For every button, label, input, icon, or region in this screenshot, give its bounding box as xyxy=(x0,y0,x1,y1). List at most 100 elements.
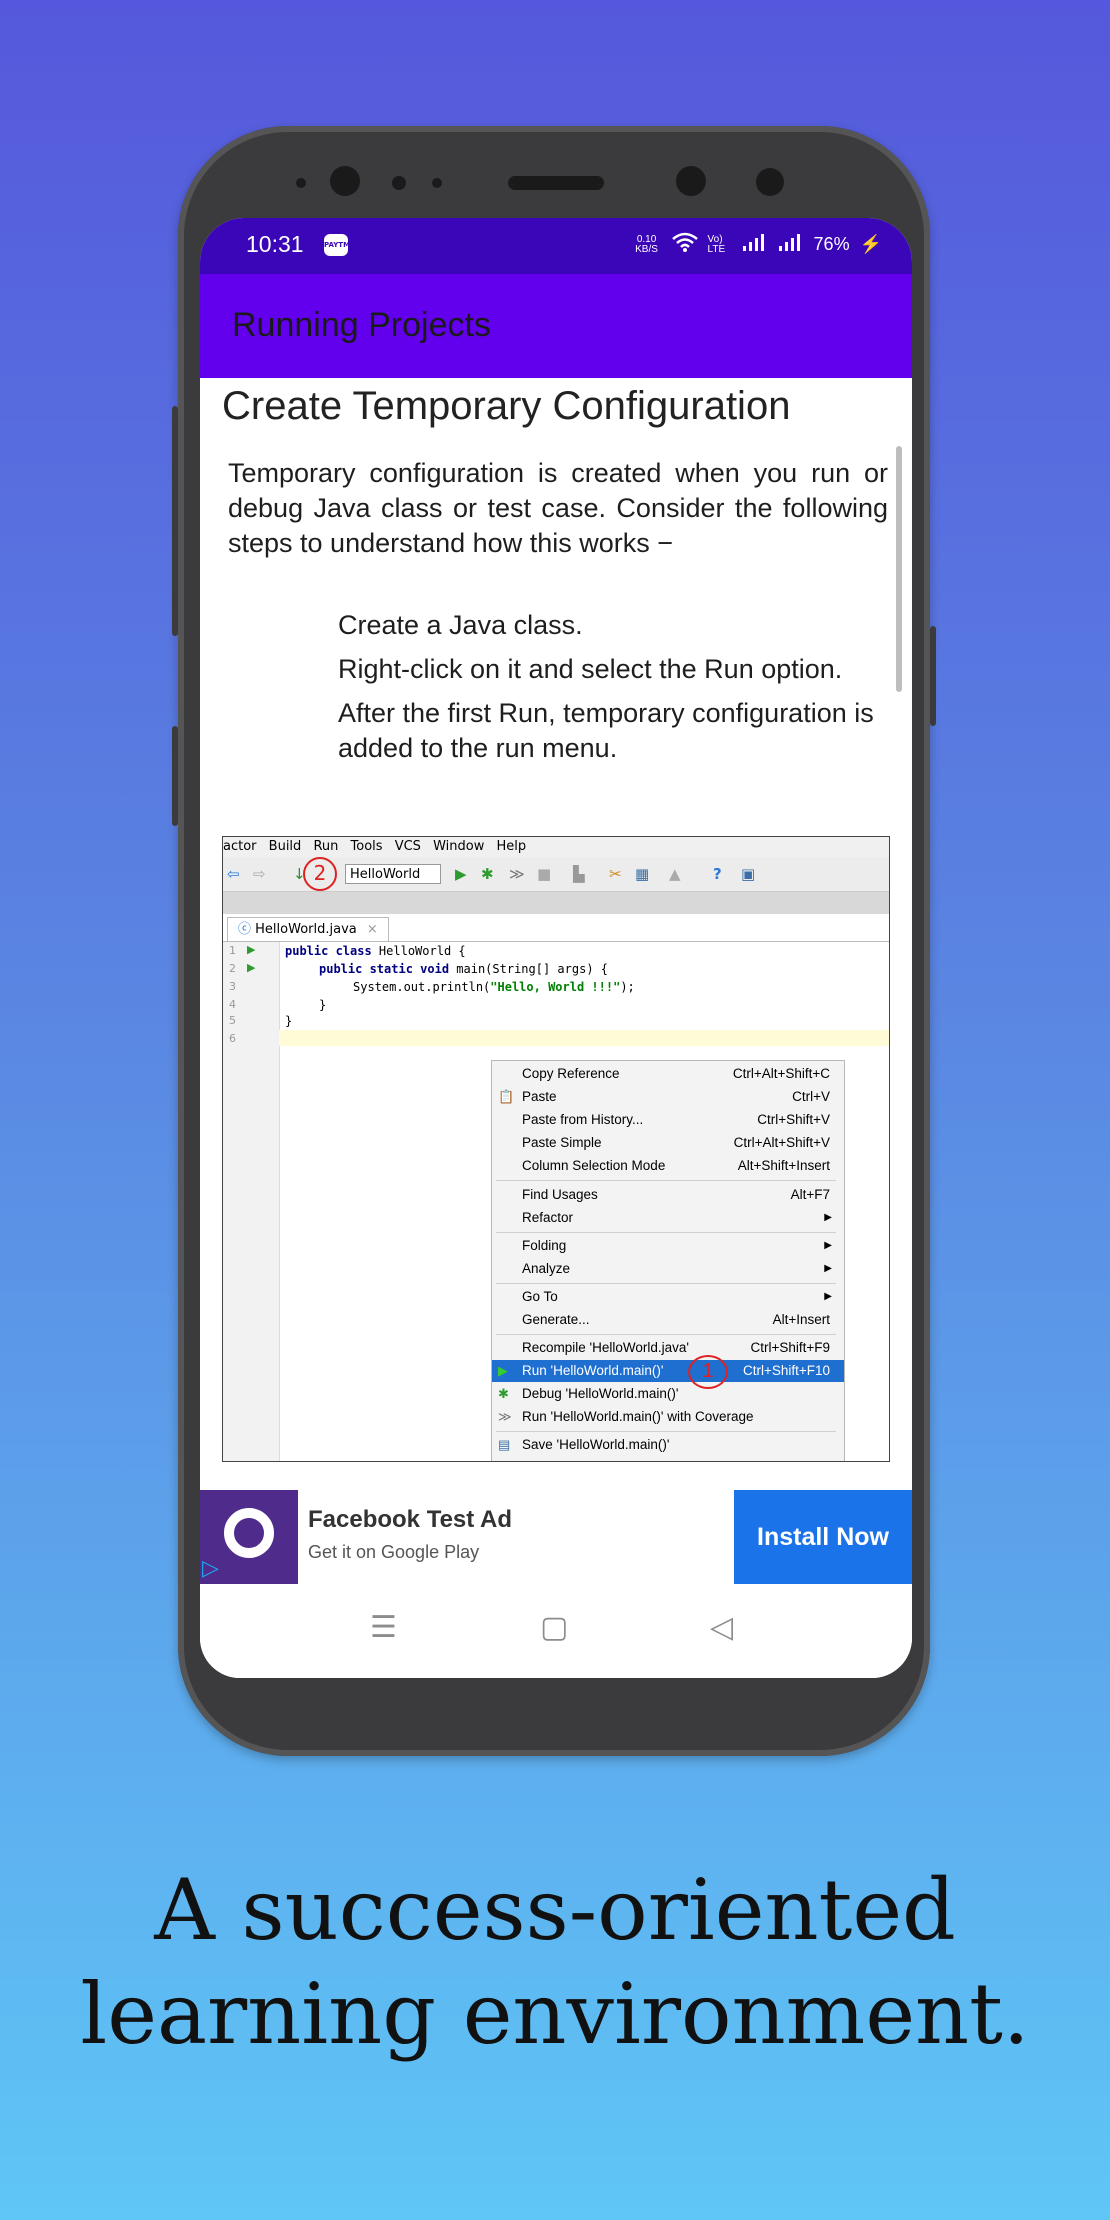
ide-menu-item: actor xyxy=(223,839,257,854)
line-number: 6 xyxy=(229,1032,236,1045)
article-heading: Create Temporary Configuration xyxy=(222,384,791,428)
charging-icon: ⚡ xyxy=(859,234,882,254)
code-line: System.out.println("Hello, World !!!"); xyxy=(353,980,635,994)
context-menu-item: Folding ▶ xyxy=(492,1235,844,1257)
ide-menu-item: Build xyxy=(268,839,302,854)
menu-divider xyxy=(496,1232,836,1233)
caret-line-highlight xyxy=(279,1030,889,1046)
code-text: ); xyxy=(620,980,635,994)
home-square-icon[interactable]: ▢ xyxy=(540,1610,568,1645)
wifi-icon xyxy=(671,232,698,257)
status-bar: 10:31 PAYTM 0.10 KB/S Vo) LTE 76% ⚡ xyxy=(200,218,912,274)
ad-subtitle: Get it on Google Play xyxy=(308,1542,480,1562)
context-menu-item: ▤ Save 'HelloWorld.main()' xyxy=(492,1434,844,1456)
line-number: 5 xyxy=(229,1014,236,1027)
list-item: After the first Run, temporary configura… xyxy=(338,698,874,763)
list-item: Create a Java class. xyxy=(338,610,583,640)
code-line: public class HelloWorld { xyxy=(285,944,466,958)
code-keyword: public class xyxy=(285,944,372,958)
sensor-dot xyxy=(432,178,442,188)
ide-gutter: 1 2 3 4 5 6 ▶ ▶ xyxy=(223,942,280,1461)
ide-menu-item: Tools xyxy=(350,839,383,854)
ide-menu-item: VCS xyxy=(394,839,421,854)
tagline-line-1: A success-oriented xyxy=(154,1861,956,1959)
project-structure-icon: ▦ xyxy=(635,865,650,883)
status-icons: 0.10 KB/S Vo) LTE 76% ⚡ xyxy=(632,232,882,257)
sensor-dot xyxy=(296,178,306,188)
context-menu-item: Copy Reference Ctrl+Alt+Shift+C xyxy=(522,1066,830,1081)
submenu-arrow-icon: ▶ xyxy=(824,1263,832,1274)
code-line: } xyxy=(319,998,327,1012)
context-menu-item: Column Selection Mode Alt+Shift+Insert xyxy=(522,1158,830,1173)
phone-side-button xyxy=(930,626,936,726)
run-gutter-icon: ▶ xyxy=(247,961,256,974)
promo-tagline: A success-oriented learning environment. xyxy=(0,1858,1110,2066)
menu-divider xyxy=(496,1334,836,1335)
front-camera-icon xyxy=(330,166,360,196)
ide-menu-item: Help xyxy=(496,839,527,854)
ide-menu-item: Window xyxy=(433,839,485,854)
battery-level: 76% xyxy=(813,234,850,254)
install-now-button[interactable]: Install Now xyxy=(734,1490,912,1584)
adchoices-icon[interactable]: ▷ xyxy=(202,1556,230,1582)
signal-icon xyxy=(778,232,804,257)
phone-frame: 10:31 PAYTM 0.10 KB/S Vo) LTE 76% ⚡ Runn… xyxy=(172,126,936,1756)
ad-banner[interactable]: ▷ Facebook Test Ad Get it on Google Play… xyxy=(200,1490,912,1584)
code-keyword: public static void xyxy=(319,962,450,976)
signal-icon xyxy=(742,232,768,257)
java-class-icon: ⓒ xyxy=(238,922,252,937)
front-camera-icon xyxy=(756,168,784,196)
context-menu-item: ✱ Debug 'HelloWorld.main()' xyxy=(492,1383,844,1405)
system-nav-bar: ☰ ▢ ◁ xyxy=(200,1584,912,1678)
context-menu-item: Analyze ▶ xyxy=(492,1258,844,1280)
steps-list: Create a Java class. Right-click on it a… xyxy=(338,608,898,775)
recents-menu-icon[interactable]: ☰ xyxy=(370,1610,397,1645)
save-icon: ▤ xyxy=(498,1437,511,1452)
step-marker-2: 2 xyxy=(303,857,337,891)
article-content[interactable]: Create Temporary Configuration Temporary… xyxy=(200,378,912,1490)
submenu-arrow-icon: ▶ xyxy=(824,1291,832,1302)
context-menu-item: ≫ Run 'HelloWorld.main()' with Coverage xyxy=(492,1406,844,1428)
server-icon: ▣ xyxy=(741,865,756,883)
context-menu-item: Paste Simple Ctrl+Alt+Shift+V xyxy=(522,1135,830,1150)
submenu-arrow-icon: ▶ xyxy=(824,1240,832,1251)
context-menu-item: Paste from History... Ctrl+Shift+V xyxy=(522,1112,830,1127)
line-number: 1 xyxy=(229,944,236,957)
sdk-icon: ▲ xyxy=(669,865,681,883)
structure-icon: ▙ xyxy=(573,865,585,883)
context-menu-item-run-selected: ▶ Run 'HelloWorld.main()' Ctrl+Shift+F10 xyxy=(492,1360,844,1382)
ide-toolbar: ⇦ ⇨ ↓ 2 HelloWorld ▶ ✱ ≫ ■ ▙ ✂ ▦ ▲ ? ▣ xyxy=(223,857,889,892)
back-triangle-icon[interactable]: ◁ xyxy=(710,1610,733,1645)
ide-menubar: actor Build Run Tools VCS Window Help xyxy=(223,837,889,857)
context-menu: Copy Reference Ctrl+Alt+Shift+C 📋 Paste Ctr… xyxy=(491,1060,845,1461)
front-camera-icon xyxy=(676,166,706,196)
ide-screenshot-image: actor Build Run Tools VCS Window Help ⇦ … xyxy=(222,836,890,1462)
ide-code-editor: 1 2 3 4 5 6 ▶ ▶ public class HelloWorld … xyxy=(223,941,889,1461)
line-number: 2 xyxy=(229,962,236,975)
paste-icon: 📋 xyxy=(498,1089,515,1104)
coverage-icon: ≫ xyxy=(509,865,525,883)
ad-logo-ring xyxy=(224,1508,274,1558)
context-menu-item: Go To ▶ xyxy=(492,1286,844,1308)
context-menu-item: Recompile 'HelloWorld.java' Ctrl+Shift+F9 xyxy=(522,1340,830,1355)
ide-editor-tab: ⓒ HelloWorld.java × xyxy=(227,917,389,942)
line-number: 3 xyxy=(229,980,236,993)
close-icon: × xyxy=(366,922,378,937)
list-item: Right-click on it and select the Run opt… xyxy=(338,654,843,684)
context-menu-item: Refactor ▶ xyxy=(492,1207,844,1229)
ad-title: Facebook Test Ad xyxy=(308,1506,513,1533)
ide-menu-item: Run xyxy=(313,839,339,854)
code-text: main(String[] args) { xyxy=(449,962,608,976)
paytm-notification-icon: PAYTM xyxy=(324,234,350,256)
ide-tab-label: HelloWorld.java xyxy=(255,922,357,937)
code-text: System.out.println( xyxy=(353,980,491,994)
run-icon: ▶ xyxy=(455,865,467,883)
ide-navbar-strip xyxy=(223,892,889,914)
tagline-line-2: learning environment. xyxy=(80,1965,1030,2063)
submenu-arrow-icon: ▶ xyxy=(824,1212,832,1223)
run-icon: ▶ xyxy=(498,1363,508,1378)
back-arrow-icon: ⇦ xyxy=(227,865,240,883)
app-bar-title: Running Projects xyxy=(232,306,491,344)
phone-side-button xyxy=(172,726,178,826)
menu-divider xyxy=(496,1431,836,1432)
